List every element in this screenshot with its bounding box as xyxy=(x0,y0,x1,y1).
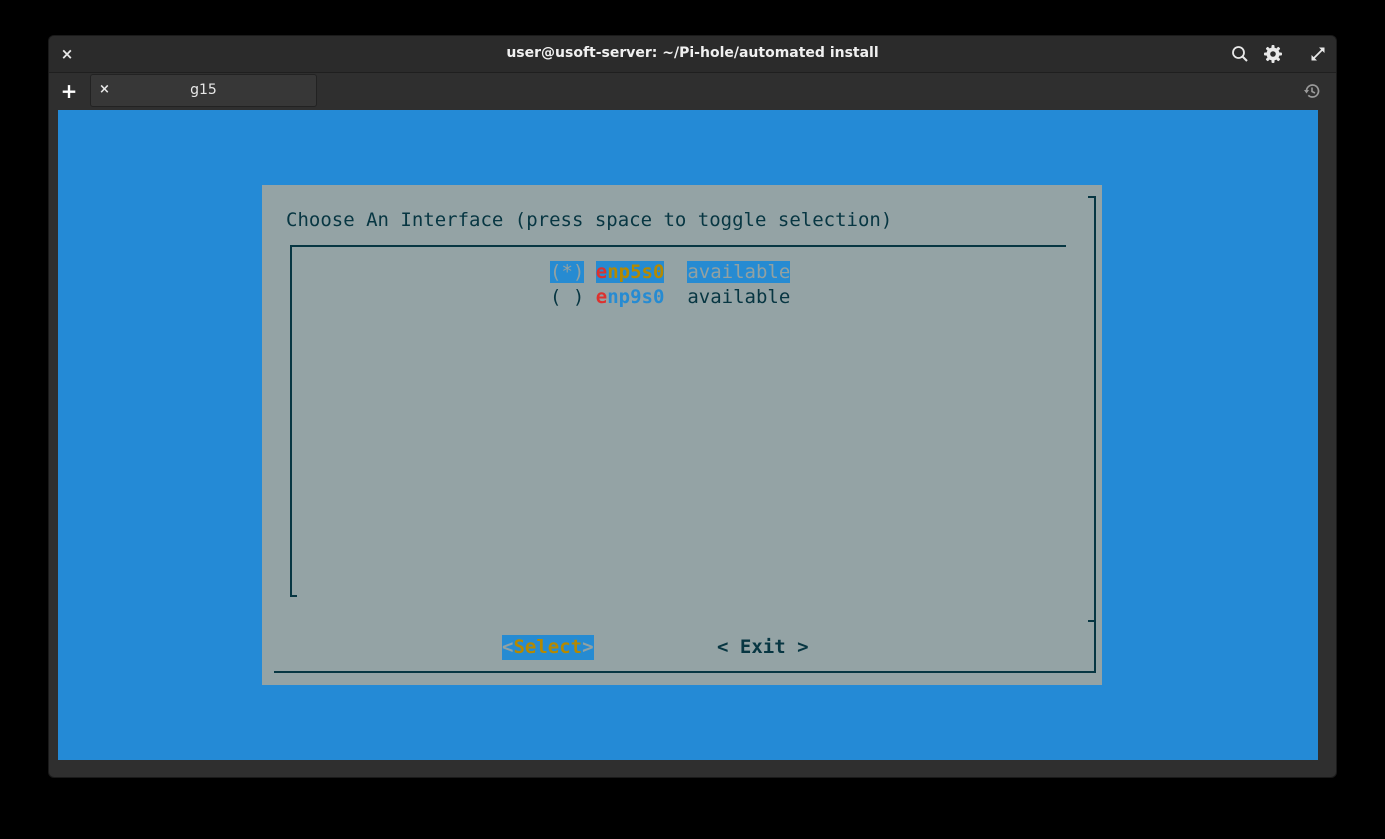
maximize-icon[interactable] xyxy=(1308,44,1328,64)
search-icon[interactable] xyxy=(1230,44,1250,64)
tab-label: g15 xyxy=(190,82,217,98)
terminal-window: × user@usoft-server: ~/Pi-hole/automated… xyxy=(49,36,1336,777)
tab-g15[interactable]: × g15 xyxy=(90,74,317,107)
terminal-area[interactable]: Choose An Interface (press space to togg… xyxy=(58,110,1318,760)
option-hotkey: e xyxy=(595,286,608,308)
list-item-enp5s0[interactable]: (*) enp5s0 available xyxy=(550,260,791,285)
option-marker[interactable]: ( ) xyxy=(550,286,584,308)
gear-icon[interactable] xyxy=(1263,44,1283,64)
list-item-enp9s0[interactable]: ( ) enp9s0 available xyxy=(550,285,790,310)
list-top-border xyxy=(290,245,1066,247)
exit-button[interactable]: < Exit > xyxy=(717,635,809,660)
option-status: available xyxy=(687,286,791,308)
dialog-right-border xyxy=(1094,196,1096,673)
dialog-right-tick xyxy=(1088,620,1096,622)
dialog-bottom-border xyxy=(274,671,1096,673)
tab-bar: + × g15 xyxy=(49,73,1336,109)
select-button[interactable]: <Select> xyxy=(502,635,594,660)
option-name: np5s0 xyxy=(607,261,665,283)
interface-dialog: Choose An Interface (press space to togg… xyxy=(262,185,1102,685)
option-name: np9s0 xyxy=(607,286,665,308)
option-status: available xyxy=(687,261,791,283)
history-icon[interactable] xyxy=(1302,81,1322,101)
window-title: user@usoft-server: ~/Pi-hole/automated i… xyxy=(506,45,879,61)
list-left-border xyxy=(290,245,292,597)
dialog-top-right-corner xyxy=(1088,196,1096,198)
title-bar: × user@usoft-server: ~/Pi-hole/automated… xyxy=(49,36,1336,73)
dialog-title: Choose An Interface (press space to togg… xyxy=(286,209,893,231)
list-bottom-corner xyxy=(290,595,297,597)
new-tab-button[interactable]: + xyxy=(59,80,79,102)
option-hotkey: e xyxy=(595,261,608,283)
option-marker[interactable]: (*) xyxy=(550,261,585,283)
